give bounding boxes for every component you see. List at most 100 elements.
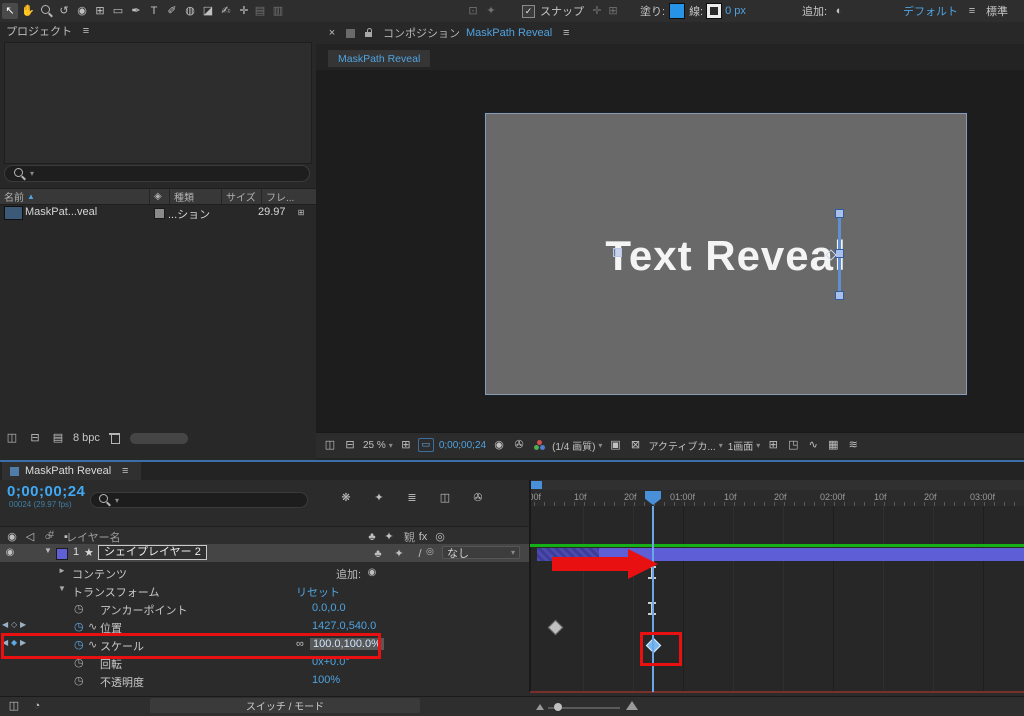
footage-name[interactable]: MaskPat...veal <box>25 206 97 218</box>
show-snapshot-icon[interactable]: ✇ <box>511 438 527 454</box>
shape-tool-icon[interactable]: ▭ <box>110 3 126 19</box>
interpret-footage-icon[interactable]: ◫ <box>4 430 20 446</box>
next-keyframe-icon[interactable]: ▶ <box>20 620 26 629</box>
target-icon[interactable]: ▣ <box>607 438 623 454</box>
preview-monitor-icon[interactable]: ◫ <box>322 438 338 454</box>
motion-blur-enable-icon[interactable]: ✇ <box>470 490 486 506</box>
parent-column-header[interactable]: 親 <box>404 529 415 545</box>
prev-keyframe-icon[interactable]: ◀ <box>2 620 8 629</box>
layer-row[interactable]: ◉ ▼ 1 ★ シェイプレイヤー 2 ♣✦/ ◎ なし ▾ <box>0 544 529 562</box>
brush-tool-icon[interactable]: ✐ <box>164 3 180 19</box>
comp-timecode[interactable]: 0;00;00;24 <box>439 440 486 451</box>
property-group-transform[interactable]: ▼ トランスフォーム リセット <box>0 582 529 600</box>
magnification-dropdown[interactable]: 25 % ▾ <box>363 440 393 451</box>
fill-color-swatch[interactable] <box>669 3 685 19</box>
workspace-selector[interactable]: デフォルト <box>903 3 958 19</box>
layer-shy-icon[interactable]: ♣ <box>370 546 386 562</box>
panel-option-icon[interactable]: ▤ <box>252 3 268 19</box>
expand-features-icon[interactable]: ◫ <box>6 699 22 715</box>
type-tool-icon[interactable]: T <box>146 3 162 19</box>
camera-tool-icon[interactable]: ◉ <box>74 3 90 19</box>
position-value[interactable]: 1427.0,540.0 <box>312 620 376 632</box>
pixel-aspect-icon[interactable]: ◳ <box>785 438 801 454</box>
resolution-dropdown[interactable]: (1/4 画質) ▾ <box>552 438 602 453</box>
snap-option-icon-2[interactable]: ⊞ <box>605 3 621 19</box>
comp-tab[interactable]: MaskPath Reveal <box>328 50 430 67</box>
add-contents-button[interactable]: ◉ <box>364 565 380 581</box>
path-handle-middle[interactable] <box>835 249 844 258</box>
puppet-pin-tool-icon[interactable]: ✛ <box>236 3 252 19</box>
time-ruler[interactable]: 0:00f 10f 20f 01:00f 10f 20f 02:00f 10f … <box>530 490 1024 507</box>
current-timecode[interactable]: 0;00;00;24 <box>7 483 85 500</box>
active-comp-name[interactable]: MaskPath Reveal <box>466 27 552 39</box>
column-header-type[interactable]: 種類 <box>170 189 222 204</box>
path-handle-top[interactable] <box>835 209 844 218</box>
track-area[interactable] <box>530 506 1024 692</box>
grid-options-icon[interactable]: ⊞ <box>398 438 414 454</box>
snap-checkbox[interactable] <box>522 5 535 18</box>
anchor-point-value[interactable]: 0.0,0.0 <box>312 602 346 614</box>
close-icon[interactable]: × <box>324 25 340 41</box>
layer-name-column-header[interactable]: レイヤー名 <box>66 529 121 545</box>
column-header-framerate[interactable]: フレ... <box>262 189 314 204</box>
label-color-chip[interactable] <box>154 208 165 219</box>
layer-motion-blur-switch[interactable]: ◎ <box>426 546 434 557</box>
layer-collapse-icon[interactable]: ✦ <box>391 546 407 562</box>
composition-stage[interactable]: Text Reveal <box>485 113 967 395</box>
hand-tool-icon[interactable]: ✋ <box>20 3 36 19</box>
rotation-tool-icon[interactable]: ↺ <box>56 3 72 19</box>
layer-name-field[interactable]: シェイプレイヤー 2 <box>98 545 207 560</box>
timeline-zoom-handle[interactable] <box>554 703 562 711</box>
layer-color-chip[interactable] <box>56 548 68 560</box>
fast-preview-icon[interactable]: ∿ <box>805 438 821 454</box>
work-area-start-marker[interactable] <box>531 481 542 489</box>
selection-tool-icon[interactable]: ↖ <box>2 3 18 19</box>
eraser-tool-icon[interactable]: ◪ <box>200 3 216 19</box>
stopwatch-icon[interactable]: ◷ <box>74 602 84 615</box>
lock-icon[interactable] <box>361 25 377 41</box>
add-shape-icon[interactable]: ◐ <box>831 3 847 19</box>
path-start-vertex[interactable] <box>613 248 622 257</box>
timeline-tab[interactable]: MaskPath Reveal ≡ <box>2 462 141 480</box>
parent-dropdown[interactable]: なし ▾ <box>442 546 520 559</box>
search-caret-icon[interactable]: ▾ <box>115 496 119 505</box>
share-view-icon[interactable]: ⊞ <box>765 438 781 454</box>
stroke-color-swatch[interactable] <box>707 4 721 18</box>
show-channel-icon[interactable] <box>531 438 547 454</box>
column-header-size[interactable]: サイズ <box>222 189 262 204</box>
frame-blend-icon[interactable]: ◫ <box>437 490 453 506</box>
snap-option-icon[interactable]: ✛ <box>589 3 605 19</box>
project-item-row[interactable]: MaskPat...veal ...ション 29.97 ⊞ <box>0 204 316 221</box>
layer-visibility-eye-icon[interactable]: ◉ <box>2 545 18 561</box>
stopwatch-icon-active[interactable]: ◷ <box>74 620 84 633</box>
column-header-name[interactable]: 名前 ▲ <box>0 189 150 204</box>
flowchart-button-icon[interactable]: ≋ <box>845 438 861 454</box>
workspace-menu-icon[interactable]: ≡ <box>964 3 980 19</box>
mini-flow-icon[interactable]: ❋ <box>338 490 354 506</box>
roto-brush-tool-icon[interactable]: ✍ <box>218 3 234 19</box>
zoom-out-icon[interactable] <box>536 704 544 710</box>
view-layout-dropdown[interactable]: 1画面 ▾ <box>728 438 761 453</box>
stroke-width-value[interactable]: 0 px <box>725 5 746 17</box>
property-row-opacity[interactable]: ◷ 不透明度 100% <box>0 672 529 690</box>
panel-menu-icon[interactable]: ≡ <box>558 25 574 41</box>
composition-viewer[interactable]: Text Reveal <box>316 70 1024 432</box>
new-folder-icon[interactable]: ⊟ <box>27 430 43 446</box>
clone-stamp-tool-icon[interactable]: ◍ <box>182 3 198 19</box>
panel-divider[interactable] <box>529 480 531 692</box>
path-handle-bottom[interactable] <box>835 291 844 300</box>
zoom-tool-icon[interactable] <box>38 3 54 19</box>
timeline-search-box[interactable]: ▾ <box>90 492 308 508</box>
switches-modes-button[interactable]: スイッチ / モード <box>150 698 420 713</box>
timeline-button-icon[interactable]: ▦ <box>825 438 841 454</box>
snapshot-icon[interactable]: ◉ <box>491 438 507 454</box>
search-caret-icon[interactable]: ▾ <box>30 169 34 178</box>
graph-toggle-icon[interactable]: ∿ <box>88 620 97 633</box>
property-group-contents[interactable]: ► コンテンツ 追加: ◉ <box>0 564 529 582</box>
draft-3d-icon[interactable]: ✦ <box>371 490 387 506</box>
region-of-interest-icon[interactable]: ▭ <box>418 438 434 452</box>
column-header-label[interactable]: ◈ <box>150 189 170 204</box>
bit-depth-label[interactable]: 8 bpc <box>73 432 100 444</box>
transform-twirl-icon[interactable]: ▼ <box>58 584 66 593</box>
panel-menu-icon[interactable]: ≡ <box>117 463 133 479</box>
